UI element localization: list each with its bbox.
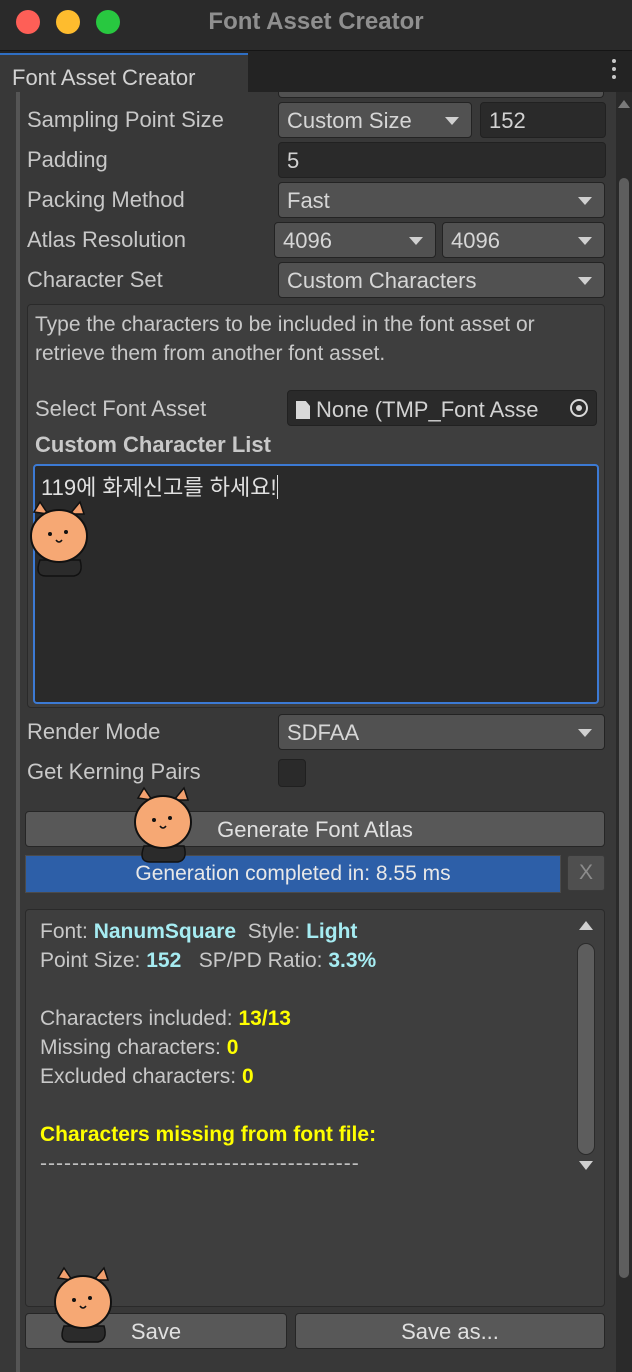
kebab-menu-icon[interactable] xyxy=(612,59,620,79)
select-font-asset-label: Select Font Asset xyxy=(35,396,207,421)
missing-value: 0 xyxy=(226,1036,239,1059)
report-separator: ---------------------------------------- xyxy=(40,1152,360,1175)
render-mode-label: Render Mode xyxy=(27,719,161,744)
help-text: Type the characters to be included in th… xyxy=(35,313,535,365)
save-as-button[interactable]: Save as... xyxy=(295,1313,605,1349)
chevron-down-icon xyxy=(578,729,592,737)
tab-bar: Font Asset Creator xyxy=(0,50,632,93)
atlas-height-value: 4096 xyxy=(451,228,500,253)
sampling-point-size-label: Sampling Point Size xyxy=(27,107,224,132)
character-set-label: Character Set xyxy=(27,267,163,292)
font-value: NanumSquare xyxy=(93,920,237,943)
padding-input[interactable]: 5 xyxy=(278,142,606,178)
atlas-width-dropdown[interactable]: 4096 xyxy=(274,222,436,258)
render-mode-value: SDFAA xyxy=(287,720,360,745)
sampling-mode-dropdown[interactable]: Custom Size xyxy=(278,102,472,138)
panel-left-frame xyxy=(16,92,20,1372)
character-set-dropdown[interactable]: Custom Characters xyxy=(278,262,605,298)
style-value: Light xyxy=(306,920,358,943)
window-title: Font Asset Creator xyxy=(208,8,424,35)
atlas-height-dropdown[interactable]: 4096 xyxy=(442,222,605,258)
chevron-down-icon xyxy=(578,237,592,245)
report-font-line: Font: NanumSquare Style: Light xyxy=(40,920,357,944)
dismiss-status-button[interactable]: X xyxy=(567,855,605,891)
source-font-field-partial[interactable] xyxy=(278,92,604,98)
generate-font-atlas-button[interactable]: Generate Font Atlas xyxy=(25,811,605,847)
report-scrollbar[interactable] xyxy=(574,915,598,1179)
padding-label: Padding xyxy=(27,147,108,172)
point-size-key: Point Size: xyxy=(40,949,147,972)
text-cursor xyxy=(276,475,278,499)
kerning-label: Get Kerning Pairs xyxy=(27,759,201,784)
missing-key: Missing characters: xyxy=(40,1036,227,1059)
cat-sticker-icon xyxy=(30,500,88,577)
style-key: Style: xyxy=(247,920,307,943)
report-included-line: Characters included: 13/13 xyxy=(40,1007,291,1031)
report-missing-line: Missing characters: 0 xyxy=(40,1036,238,1060)
missing-from-font-header: Characters missing from font file: xyxy=(40,1123,377,1146)
scroll-thumb[interactable] xyxy=(619,178,629,1278)
sampling-mode-value: Custom Size xyxy=(287,108,412,133)
included-key: Characters included: xyxy=(40,1007,239,1030)
scroll-down-icon[interactable] xyxy=(579,1161,593,1170)
point-size-input[interactable]: 152 xyxy=(480,102,606,138)
packing-method-dropdown[interactable]: Fast xyxy=(278,182,605,218)
custom-character-list-value: 119에 화제신고를 하세요! xyxy=(41,475,277,500)
document-icon xyxy=(296,401,310,419)
font-key: Font: xyxy=(40,920,94,943)
font-asset-object-field[interactable]: None (TMP_Font Asse xyxy=(287,390,597,426)
packing-method-value: Fast xyxy=(287,188,330,213)
atlas-width-value: 4096 xyxy=(283,228,332,253)
scroll-up-icon[interactable] xyxy=(579,921,593,930)
cat-sticker-icon xyxy=(54,1266,112,1343)
excluded-key: Excluded characters: xyxy=(40,1065,242,1088)
chevron-down-icon xyxy=(409,237,423,245)
generation-progress-bar: Generation completed in: 8.55 ms xyxy=(25,855,561,893)
ratio-value: 3.3% xyxy=(328,949,377,972)
chevron-down-icon xyxy=(445,117,459,125)
font-asset-value: None (TMP_Font Asse xyxy=(316,397,539,422)
object-picker-icon[interactable] xyxy=(570,399,588,417)
render-mode-dropdown[interactable]: SDFAA xyxy=(278,714,605,750)
excluded-value: 0 xyxy=(241,1065,254,1088)
panel-scrollbar[interactable] xyxy=(616,92,632,1372)
custom-character-list-label: Custom Character List xyxy=(35,432,271,457)
custom-character-list-textarea[interactable]: 119에 화제신고를 하세요! xyxy=(33,464,599,704)
scroll-up-icon[interactable] xyxy=(618,100,630,108)
title-bar: Font Asset Creator xyxy=(0,0,632,50)
kerning-checkbox[interactable] xyxy=(278,759,306,787)
point-size-value: 152 xyxy=(146,949,182,972)
ratio-key: SP/PD Ratio: xyxy=(198,949,329,972)
atlas-resolution-label: Atlas Resolution xyxy=(27,227,186,252)
report-scroll-thumb[interactable] xyxy=(577,943,595,1155)
chevron-down-icon xyxy=(578,277,592,285)
report-excluded-line: Excluded characters: 0 xyxy=(40,1065,254,1089)
report-point-size-line: Point Size: 152 SP/PD Ratio: 3.3% xyxy=(40,949,376,973)
chevron-down-icon xyxy=(578,197,592,205)
character-set-value: Custom Characters xyxy=(287,268,477,293)
included-value: 13/13 xyxy=(238,1007,291,1030)
cat-sticker-icon xyxy=(134,786,192,863)
packing-method-label: Packing Method xyxy=(27,187,185,212)
tab-font-asset-creator[interactable]: Font Asset Creator xyxy=(0,53,248,93)
